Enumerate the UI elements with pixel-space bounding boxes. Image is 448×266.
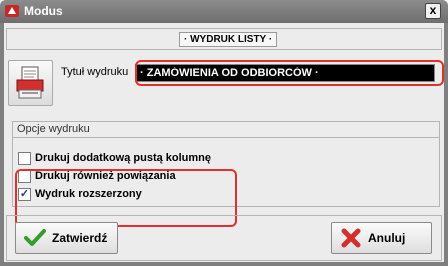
button-bar: Zatwierdź Anuluj: [6, 215, 442, 261]
print-title-label: Tytuł wydruku: [61, 66, 129, 78]
print-title-input[interactable]: [135, 64, 435, 82]
option-extra-empty-column[interactable]: Drukuj dodatkową pustą kolumnę: [18, 150, 211, 166]
app-icon: [5, 5, 19, 17]
printer-icon: [16, 66, 44, 99]
print-list-heading: · WYDRUK LISTY ·: [179, 32, 278, 47]
header-strip: · WYDRUK LISTY ·: [6, 28, 442, 50]
checkbox-print-relations[interactable]: [18, 169, 31, 183]
print-options-group: Opcje wydruku Drukuj dodatkową pustą kol…: [12, 121, 440, 207]
print-options-title: Opcje wydruku: [13, 122, 439, 138]
option-extended-print[interactable]: ✓ Wydruk rozszerzony: [18, 186, 142, 202]
option-label: Drukuj dodatkową pustą kolumnę: [35, 152, 212, 164]
close-button[interactable]: x: [425, 3, 441, 19]
print-button[interactable]: [8, 60, 53, 106]
confirm-label: Zatwierdź: [52, 231, 108, 245]
title-bar[interactable]: Modus x: [0, 0, 448, 23]
dialog-window: Modus x · WYDRUK LISTY · Tytuł wydruku O…: [0, 0, 448, 266]
cross-icon: [341, 228, 361, 248]
option-label: Wydruk rozszerzony: [35, 188, 142, 200]
close-icon: x: [429, 3, 437, 17]
cancel-button[interactable]: Anuluj: [331, 222, 432, 254]
checkbox-extra-empty-column[interactable]: [18, 151, 31, 165]
option-print-relations[interactable]: Drukuj również powiązania: [18, 168, 176, 184]
option-label: Drukuj również powiązania: [35, 170, 176, 182]
cancel-label: Anuluj: [368, 231, 406, 245]
checkmark-icon: [24, 229, 46, 246]
confirm-button[interactable]: Zatwierdź: [15, 222, 118, 254]
window-title: Modus: [24, 4, 63, 18]
dialog-body: · WYDRUK LISTY · Tytuł wydruku Opcje wyd…: [4, 23, 444, 262]
checkbox-extended-print[interactable]: ✓: [18, 187, 31, 201]
